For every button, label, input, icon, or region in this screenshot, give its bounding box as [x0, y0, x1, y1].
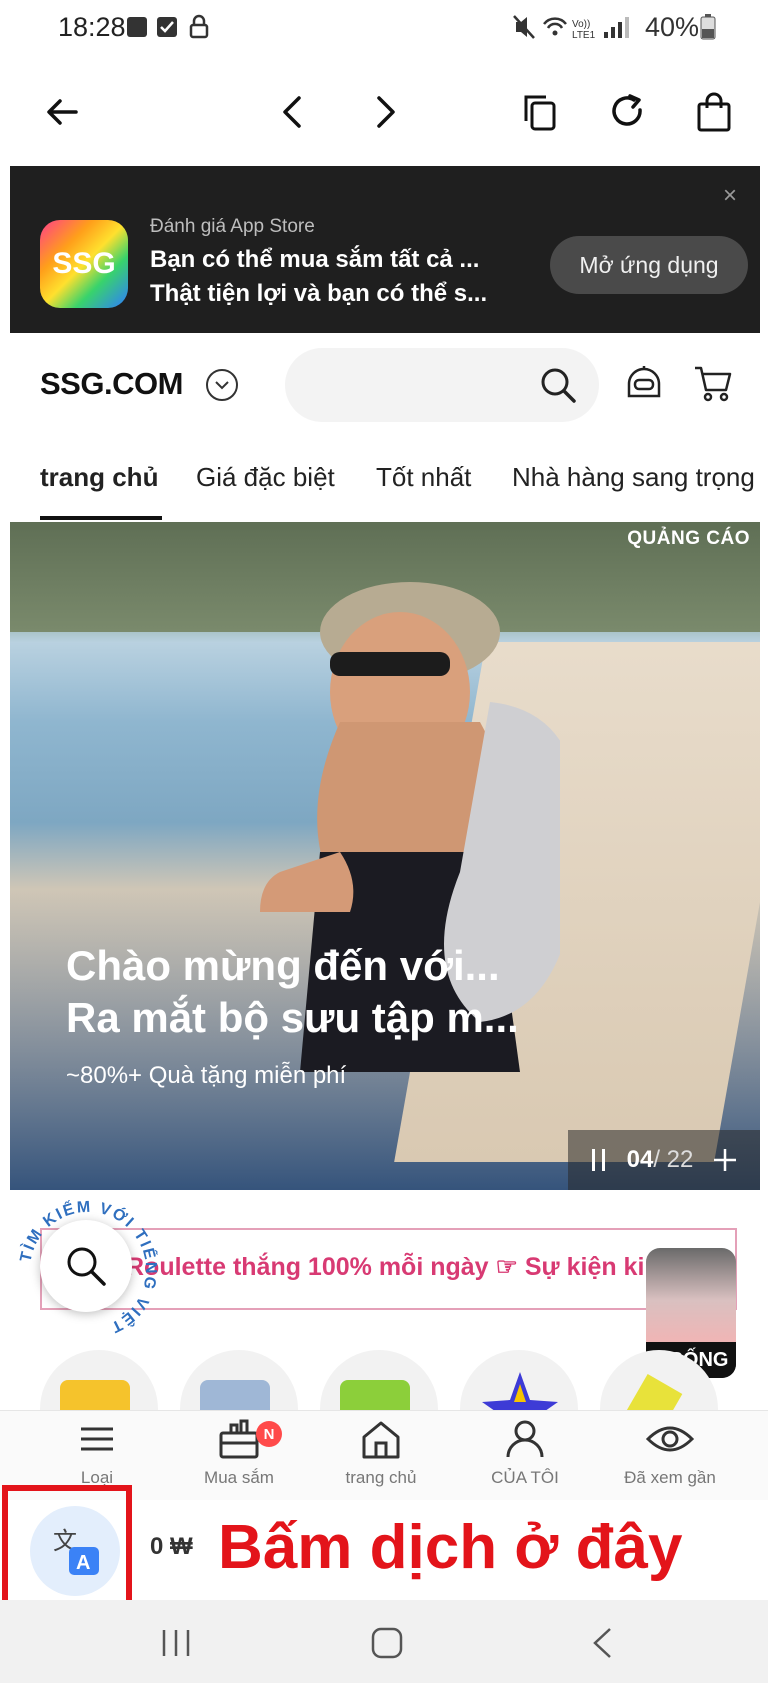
status-notification-icons	[127, 14, 209, 39]
hero-banner[interactable]: QUẢNG CÁO Chào mừng đến với... Ra mắt bộ…	[10, 522, 760, 1190]
floating-search-button[interactable]	[40, 1220, 132, 1312]
ssg-app-icon: SSG	[40, 220, 128, 308]
nav-home-label: trang chủ	[345, 1468, 417, 1487]
cart-icon[interactable]	[693, 364, 733, 402]
hero-title-line-1: Chào mừng đến với...	[66, 942, 500, 989]
status-time: 18:28	[58, 12, 126, 42]
chevron-down-icon[interactable]	[206, 369, 238, 401]
system-navigation-bar	[0, 1600, 768, 1683]
hero-subtitle: ~80%+ Quà tặng miễn phí	[66, 1062, 347, 1089]
nav-shopping-label: Mua sắm	[204, 1468, 274, 1487]
pager-total: / 22	[653, 1146, 694, 1173]
home-button-icon[interactable]	[370, 1626, 404, 1660]
pager-current: 04	[626, 1146, 654, 1173]
pause-icon[interactable]	[590, 1147, 608, 1173]
status-signal-icons: Vo)) LTE1	[513, 15, 629, 40]
chevron-right-icon[interactable]	[360, 86, 412, 138]
eye-icon	[645, 1426, 695, 1452]
menu-icon	[81, 1427, 113, 1451]
open-app-button[interactable]: Mở ứng dụng	[550, 236, 748, 294]
shopping-bag-icon[interactable]	[688, 86, 740, 138]
category-tabs: trang chủ Giá đặc biệt Tốt nhất Nhà hàng…	[0, 448, 768, 522]
system-back-icon[interactable]	[590, 1626, 614, 1660]
banner-line-1: Bạn có thể mua sắm tất cả ...	[150, 246, 480, 273]
app-store-banner: SSG Đánh giá App Store Bạn có thể mua sắ…	[10, 166, 760, 333]
svg-text:LTE1: LTE1	[572, 30, 596, 40]
price-label: 0 ₩	[150, 1533, 193, 1560]
tab-home[interactable]: trang chủ	[40, 462, 158, 493]
new-badge: N	[256, 1421, 282, 1447]
highlight-box	[2, 1485, 132, 1613]
back-arrow-icon[interactable]	[36, 86, 88, 138]
search-icon[interactable]	[539, 366, 577, 404]
refresh-icon[interactable]	[602, 86, 654, 138]
home-icon	[362, 1421, 400, 1459]
user-icon	[506, 1420, 544, 1458]
plus-icon[interactable]	[712, 1147, 738, 1173]
active-tab-indicator	[40, 516, 162, 520]
translate-instruction: Bấm dịch ở đây	[218, 1513, 683, 1582]
shop-icon	[219, 1419, 259, 1459]
ssg-logo[interactable]: SSG.COM	[40, 366, 183, 402]
search-input[interactable]	[285, 348, 599, 422]
nav-recently-viewed-label: Đã xem gần	[624, 1468, 716, 1487]
banner-subtitle: Đánh giá App Store	[150, 216, 315, 237]
battery-icon	[700, 14, 716, 40]
tab-special-price[interactable]: Giá đặc biệt	[196, 462, 335, 493]
search-icon	[67, 1247, 106, 1286]
banner-line-2: Thật tiện lợi và bạn có thể s...	[150, 280, 488, 307]
status-bar: 18:28 Vo)) LTE1 40%	[0, 0, 768, 56]
hero-pager: 04/ 22	[568, 1130, 760, 1190]
chatbot-icon[interactable]	[625, 364, 663, 402]
copy-icon[interactable]	[514, 86, 566, 138]
ad-label: QUẢNG CÁO	[627, 528, 750, 549]
nav-category[interactable]: Loại	[22, 1419, 172, 1488]
nav-my-page-label: CỦA TÔI	[491, 1468, 559, 1487]
tab-best[interactable]: Tốt nhất	[376, 462, 471, 493]
chevron-left-icon[interactable]	[266, 86, 318, 138]
nav-my-page[interactable]: CỦA TÔI	[450, 1419, 600, 1488]
hero-title-line-2: Ra mắt bộ sưu tập m...	[66, 994, 519, 1041]
browser-toolbar	[0, 56, 768, 166]
roulette-text: Roulette thắng 100% mỗi ngày ☞ Sự kiện k…	[126, 1253, 645, 1281]
tab-luxury-restaurant[interactable]: Nhà hàng sang trọng	[512, 462, 755, 493]
nav-shopping[interactable]: Mua sắm	[164, 1419, 314, 1488]
svg-text:Vo)): Vo))	[572, 19, 590, 30]
recent-apps-icon[interactable]	[160, 1628, 192, 1658]
nav-recently-viewed[interactable]: Đã xem gần	[595, 1419, 745, 1488]
close-icon[interactable]: ×	[716, 182, 744, 210]
battery-percent: 40%	[645, 12, 700, 42]
nav-home[interactable]: trang chủ	[306, 1419, 456, 1488]
